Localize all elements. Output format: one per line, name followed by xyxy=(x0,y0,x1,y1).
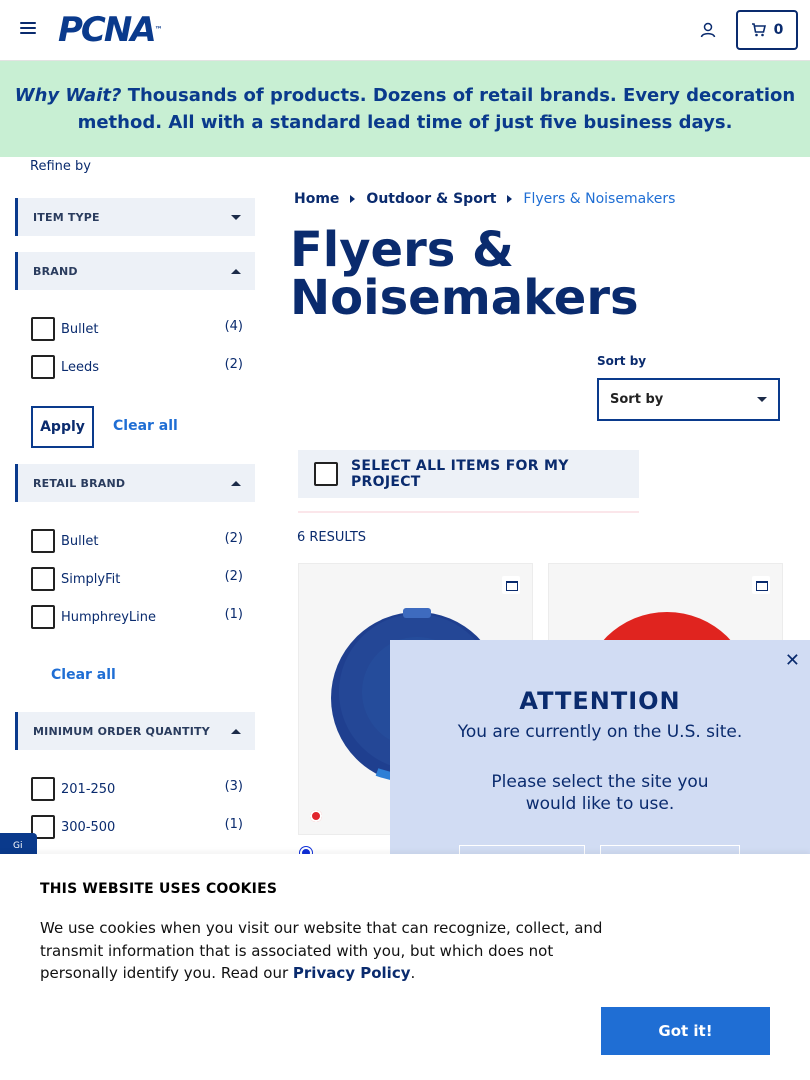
modal-select-site-text: Please select the site you would like to… xyxy=(491,772,709,814)
caret-down-icon xyxy=(231,214,241,220)
promo-banner: Why Wait? Thousands of products. Dozens … xyxy=(0,61,810,157)
clear-all-retail-brand-link[interactable]: Clear all xyxy=(51,667,116,683)
checkbox[interactable] xyxy=(31,529,55,553)
checkbox[interactable] xyxy=(31,777,55,801)
facet-minimum-order-quantity[interactable]: MINIMUM ORDER QUANTITY xyxy=(15,712,255,750)
caret-down-icon xyxy=(757,397,767,402)
chevron-right-icon xyxy=(507,195,513,203)
sort-value: Sort by xyxy=(610,392,664,407)
filter-option-count: (2) xyxy=(224,530,243,546)
select-all-items[interactable]: SELECT ALL ITEMS FOR MY PROJECT xyxy=(298,450,639,498)
sort-select[interactable]: Sort by xyxy=(597,378,780,421)
filter-option-label: 201-250 xyxy=(61,781,116,797)
filter-option-count: (3) xyxy=(224,778,243,794)
got-it-button[interactable]: Got it! xyxy=(601,1007,770,1055)
filter-option-count: (4) xyxy=(224,318,243,334)
breadcrumb-outdoor-sport[interactable]: Outdoor & Sport xyxy=(366,191,496,207)
filter-option-300-500[interactable]: 300-500 (1) xyxy=(31,815,243,839)
breadcrumb-current: Flyers & Noisemakers xyxy=(523,191,676,207)
facet-retail-brand[interactable]: RETAIL BRAND xyxy=(15,464,255,502)
promo-lead: Why Wait? xyxy=(14,85,122,106)
breadcrumb-home[interactable]: Home xyxy=(294,191,339,207)
filter-option-humphreyline[interactable]: HumphreyLine (1) xyxy=(31,605,243,629)
breadcrumb: Home Outdoor & Sport Flyers & Noisemaker… xyxy=(294,191,675,207)
cart-count: 0 xyxy=(773,22,784,38)
promo-text: Thousands of products. Dozens of retail … xyxy=(77,85,796,133)
facet-brand[interactable]: BRAND xyxy=(15,252,255,290)
cookie-text: We use cookies when you visit our websit… xyxy=(40,917,620,985)
filter-option-leeds[interactable]: Leeds (2) xyxy=(31,355,243,379)
filter-option-label: SimplyFit xyxy=(61,571,121,587)
apply-button[interactable]: Apply xyxy=(31,406,94,448)
account-icon[interactable] xyxy=(699,21,717,39)
filter-option-label: 300-500 xyxy=(61,819,116,835)
page-title: Flyers & Noisemakers xyxy=(290,222,639,326)
filter-option-count: (1) xyxy=(224,816,243,832)
add-to-project-icon[interactable] xyxy=(502,576,520,594)
divider xyxy=(298,511,639,513)
checkbox[interactable] xyxy=(31,567,55,591)
filter-option-label: Leeds xyxy=(61,359,100,375)
facet-label: ITEM TYPE xyxy=(33,210,100,224)
select-all-label: SELECT ALL ITEMS FOR MY PROJECT xyxy=(351,458,569,490)
cart-icon xyxy=(751,23,766,37)
filter-option-label: HumphreyLine xyxy=(61,609,157,625)
color-swatch-red[interactable] xyxy=(310,810,322,822)
modal-current-site-text: You are currently on the U.S. site. xyxy=(457,722,743,742)
cookie-tail: . xyxy=(410,964,416,982)
filter-option-count: (1) xyxy=(224,606,243,622)
refine-by-label: Refine by xyxy=(30,159,91,174)
cart-button[interactable]: 0 xyxy=(736,10,798,50)
results-count: 6 RESULTS xyxy=(297,530,367,545)
facet-label: MINIMUM ORDER QUANTITY xyxy=(33,724,210,738)
cookie-banner: THIS WEBSITE USES COOKIES We use cookies… xyxy=(0,854,810,1080)
caret-up-icon xyxy=(231,480,241,486)
filter-option-simplyfit[interactable]: SimplyFit (2) xyxy=(31,567,243,591)
filter-option-count: (2) xyxy=(224,568,243,584)
cookie-title: THIS WEBSITE USES COOKIES xyxy=(40,881,278,897)
caret-up-icon xyxy=(231,728,241,734)
filter-option-label: Bullet xyxy=(61,533,99,549)
site-header: PCNA™ 0 xyxy=(0,0,810,61)
facet-item-type[interactable]: ITEM TYPE xyxy=(15,198,255,236)
menu-icon[interactable] xyxy=(20,22,36,36)
checkbox[interactable] xyxy=(31,317,55,341)
add-to-project-icon[interactable] xyxy=(752,576,770,594)
feedback-tab[interactable]: Gi xyxy=(0,833,37,855)
site-selector-modal: ✕ ATTENTION You are currently on the U.S… xyxy=(390,640,810,865)
filter-option-201-250[interactable]: 201-250 (3) xyxy=(31,777,243,801)
caret-up-icon xyxy=(231,268,241,274)
sort-label: Sort by xyxy=(597,354,647,368)
checkbox[interactable] xyxy=(31,355,55,379)
filter-option-bullet-retail[interactable]: Bullet (2) xyxy=(31,529,243,553)
clear-all-brand-link[interactable]: Clear all xyxy=(113,418,178,434)
close-icon[interactable]: ✕ xyxy=(785,650,800,671)
privacy-policy-link[interactable]: Privacy Policy xyxy=(293,964,411,982)
filter-option-label: Bullet xyxy=(61,321,99,337)
filter-option-bullet[interactable]: Bullet (4) xyxy=(31,317,243,341)
filter-option-count: (2) xyxy=(224,356,243,372)
facet-label: BRAND xyxy=(33,264,78,278)
select-all-checkbox[interactable] xyxy=(314,462,338,486)
modal-title: ATTENTION xyxy=(519,687,681,715)
facet-label: RETAIL BRAND xyxy=(33,476,126,490)
pcna-logo[interactable]: PCNA™ xyxy=(58,12,163,48)
checkbox[interactable] xyxy=(31,605,55,629)
chevron-right-icon xyxy=(350,195,356,203)
